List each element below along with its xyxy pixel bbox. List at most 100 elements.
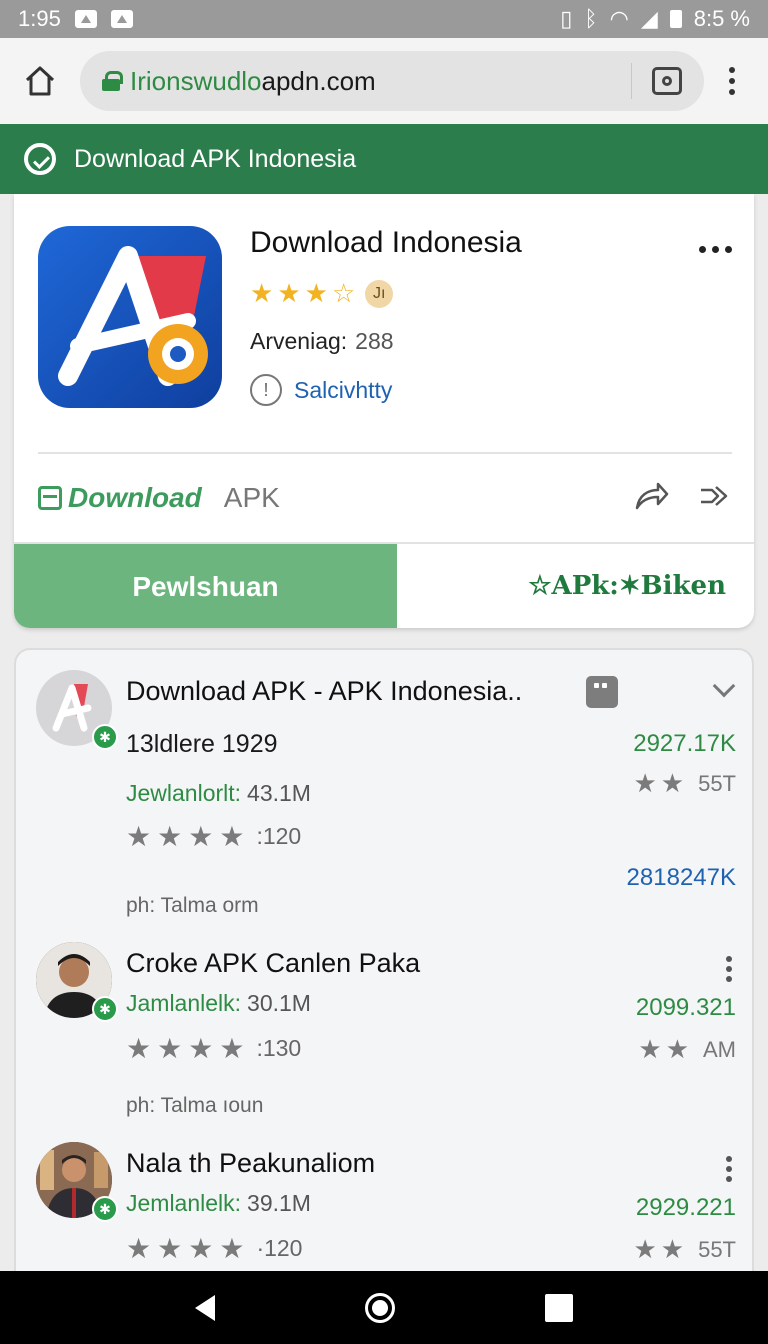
- list-item-footer: ph: Talma ıoun: [126, 1094, 264, 1117]
- star-icon: ★: [188, 1033, 214, 1064]
- app-meta-value: 288: [355, 328, 394, 354]
- battery-icon: [669, 10, 682, 28]
- bluetooth-icon: ᛒ: [584, 6, 598, 31]
- gallery-notification-icon: [74, 10, 97, 28]
- star-icon: ★: [188, 821, 214, 852]
- downloads-value: 30.1M: [247, 990, 311, 1016]
- more-options-icon[interactable]: [726, 1156, 732, 1182]
- verified-icon: ✱: [92, 1196, 118, 1222]
- vibrate-icon: ▯: [560, 6, 573, 31]
- site-logo-icon: [24, 143, 56, 175]
- star-icon: ★: [304, 278, 328, 308]
- list-item-rating: ★ ★ ★ ★ ·120: [126, 1232, 302, 1265]
- chevron-down-icon[interactable]: [712, 674, 736, 698]
- system-nav-bar: [0, 1271, 768, 1344]
- upload-notification-icon: [110, 10, 133, 28]
- user-avatar: ✱: [36, 942, 118, 1022]
- site-title[interactable]: Download APK Indonesia: [74, 145, 356, 174]
- downloads-label: Jemlanlelk:: [126, 1190, 242, 1216]
- action-row: Pewlshuan ☆APk:✶Biken: [14, 542, 754, 628]
- downloads-label: Jewlanlorlt:: [126, 780, 242, 806]
- download-row: Download APK: [38, 476, 732, 520]
- list-item-subtitle: 13ldlere 1929: [126, 730, 278, 758]
- star-icon: ★: [633, 1234, 657, 1264]
- app-list-card: ✱ Download APK - APK Indonesia.. 13ldler…: [14, 648, 754, 1288]
- url-domain: apdn.com: [261, 65, 376, 96]
- rating-badge: Jı: [365, 279, 394, 308]
- star-icon: ★: [219, 821, 245, 852]
- back-icon[interactable]: [195, 1294, 215, 1321]
- app-rating: ★ ★ ★ ☆ Jı: [250, 278, 394, 309]
- tab-switcher-icon[interactable]: [652, 67, 682, 95]
- status-bar: 1:95 ▯ ᛒ ◠ ◢ 8:5 %: [0, 0, 768, 38]
- secondary-action-button[interactable]: ☆APk:✶Biken: [397, 544, 754, 628]
- list-item-rating: ★ ★ ★ ★ :130: [126, 1032, 301, 1065]
- url-divider: [631, 63, 632, 99]
- app-card: Download Indonesia ★ ★ ★ ☆ Jı Arveniag: 2…: [14, 194, 754, 628]
- download-link[interactable]: Download: [68, 482, 202, 514]
- info-icon: !: [250, 374, 282, 406]
- list-item-title: Nala th Peakunaliom: [126, 1148, 376, 1178]
- recent-apps-icon[interactable]: [545, 1293, 573, 1322]
- overflow-menu-icon[interactable]: [724, 67, 740, 95]
- app-meta: Arveniag: 288: [250, 328, 394, 355]
- more-options-icon[interactable]: [726, 956, 732, 982]
- rating-count: :130: [256, 1035, 302, 1061]
- list-item-right-value: 2929.221: [635, 1194, 736, 1221]
- list-item-downloads: Jewlanlorlt: 43.1M: [126, 780, 311, 807]
- list-item-right-value-secondary: 2818247K: [626, 864, 736, 891]
- url-text[interactable]: Irionswudloapdn.com: [130, 66, 631, 97]
- star-icon: ★: [250, 278, 274, 308]
- list-item[interactable]: ✱ Download APK - APK Indonesia.. 13ldler…: [16, 650, 752, 940]
- verified-icon: ✱: [92, 724, 118, 750]
- star-icon: ★: [126, 1233, 152, 1264]
- right-rating-text: 55T: [698, 1236, 736, 1262]
- star-icon: ★: [665, 1034, 689, 1064]
- address-bar[interactable]: Irionswudloapdn.com: [80, 51, 704, 111]
- primary-action-button[interactable]: Pewlshuan: [14, 544, 397, 628]
- star-icon: ★: [157, 1233, 183, 1264]
- home-button-icon[interactable]: [365, 1292, 395, 1323]
- user-avatar: ✱: [36, 1142, 118, 1222]
- star-icon: ★: [126, 1033, 152, 1064]
- star-icon: ★: [126, 821, 152, 852]
- star-outline-icon: ☆: [331, 278, 356, 308]
- share-icon[interactable]: [634, 481, 670, 516]
- home-icon[interactable]: [18, 59, 62, 103]
- star-icon: ★: [219, 1033, 245, 1064]
- list-item[interactable]: ✱ Nala th Peakunaliom Jemlanlelk: 39.1M 2…: [16, 1140, 752, 1286]
- downloads-value: 39.1M: [247, 1190, 311, 1216]
- star-icon: ★: [219, 1233, 245, 1264]
- list-item[interactable]: ✱ Croke APK Canlen Paka Jamlanlelk: 30.1M…: [16, 940, 752, 1140]
- star-icon: ★: [633, 768, 657, 798]
- app-title: Download Indonesia: [250, 226, 522, 259]
- star-icon: ★: [157, 821, 183, 852]
- list-item-downloads: Jamlanlelk: 30.1M: [126, 990, 311, 1017]
- star-icon: ★: [188, 1233, 214, 1264]
- star-icon: ★: [660, 1234, 685, 1264]
- list-item-right-rating: ★ ★ 55T: [633, 768, 736, 799]
- right-rating-text: 55T: [698, 770, 736, 796]
- status-time: 1:95: [18, 6, 61, 31]
- right-rating-text: AM: [703, 1036, 736, 1062]
- app-meta-label: Arveniag:: [250, 328, 348, 354]
- document-icon: [586, 676, 618, 708]
- downloads-value: 43.1M: [247, 780, 311, 806]
- downloads-label: Jamlanlelk:: [126, 990, 242, 1016]
- list-item-right-rating: ★ ★ AM: [638, 1034, 736, 1065]
- list-item-footer: ph: Talma orm: [126, 894, 259, 917]
- browser-toolbar: Irionswudloapdn.com: [0, 38, 768, 124]
- rating-count: ·120: [256, 1235, 303, 1261]
- list-item-title: Croke APK Canlen Paka: [126, 948, 421, 978]
- forward-icon[interactable]: [698, 483, 732, 514]
- list-item-right-value: 2099.321: [635, 994, 736, 1021]
- lock-icon: [102, 71, 123, 91]
- divider: [38, 452, 732, 454]
- url-host: Irionswudlo: [130, 65, 262, 96]
- more-options-icon[interactable]: [699, 246, 732, 253]
- app-info-link[interactable]: ! Salcivhtty: [250, 374, 392, 406]
- list-item-title: Download APK - APK Indonesia..: [126, 676, 523, 706]
- app-logo-icon[interactable]: [38, 226, 222, 408]
- app-avatar: ✱: [36, 670, 118, 750]
- verified-icon: ✱: [92, 996, 118, 1022]
